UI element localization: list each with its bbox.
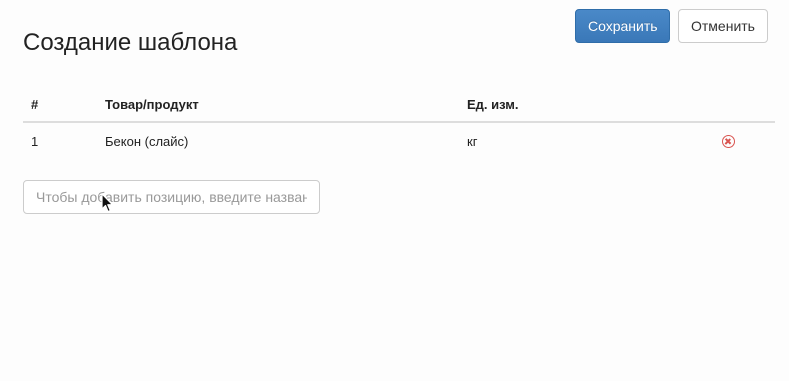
column-header-number: # bbox=[31, 97, 39, 112]
row-unit: кг bbox=[467, 134, 478, 149]
page-title: Создание шаблона bbox=[23, 29, 238, 56]
template-table: # Товар/продукт Ед. изм. 1 Бекон (слайс)… bbox=[23, 88, 775, 161]
remove-circle-icon[interactable] bbox=[722, 135, 735, 148]
column-header-unit: Ед. изм. bbox=[467, 97, 519, 112]
column-header-product: Товар/продукт bbox=[105, 97, 199, 112]
save-button[interactable]: Сохранить bbox=[575, 9, 670, 43]
row-number: 1 bbox=[31, 134, 39, 149]
table-row: 1 Бекон (слайс) кг bbox=[23, 123, 775, 161]
cancel-button[interactable]: Отменить bbox=[678, 9, 768, 43]
table-header: # Товар/продукт Ед. изм. bbox=[23, 88, 775, 123]
add-position-input[interactable] bbox=[23, 180, 320, 214]
row-product: Бекон (слайс) bbox=[105, 134, 189, 149]
